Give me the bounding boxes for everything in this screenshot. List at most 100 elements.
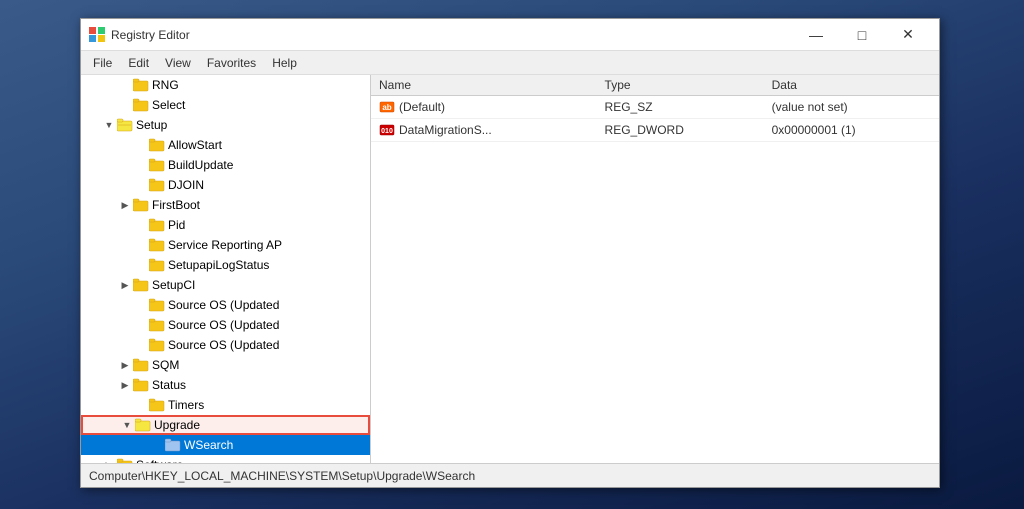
tree-item-status[interactable]: ▶ Status (81, 375, 370, 395)
value-icon-default: ab (379, 99, 395, 115)
tree-label-wsearch: WSearch (184, 438, 233, 452)
tree-label-upgrade: Upgrade (154, 418, 200, 432)
table-row[interactable]: ab (Default) REG_SZ (value not set) (371, 96, 939, 119)
expand-setupci[interactable]: ▶ (117, 277, 133, 293)
title-bar-left: Registry Editor (89, 27, 190, 43)
window-title: Registry Editor (111, 28, 190, 42)
folder-icon (133, 78, 149, 92)
folder-icon (149, 318, 165, 332)
tree-item-timers[interactable]: Timers (81, 395, 370, 415)
value-icon-dword: 010 (379, 122, 395, 138)
close-button[interactable]: ✕ (885, 19, 931, 51)
tree-label-rng: RNG (152, 78, 179, 92)
tree-item-rng[interactable]: RNG (81, 75, 370, 95)
tree-label-select: Select (152, 98, 185, 112)
tree-item-allowstart[interactable]: AllowStart (81, 135, 370, 155)
tree-label-sourceos3: Source OS (Updated (168, 338, 279, 352)
value-name-datamigration: 010 DataMigrationS... (371, 119, 597, 142)
folder-icon (165, 438, 181, 452)
window-controls: — □ ✕ (793, 19, 931, 51)
folder-icon-open (117, 118, 133, 132)
folder-icon (149, 298, 165, 312)
registry-editor-window: Registry Editor — □ ✕ File Edit View Fav… (80, 18, 940, 488)
expand-status[interactable]: ▶ (117, 377, 133, 393)
maximize-button[interactable]: □ (839, 19, 885, 51)
expand-upgrade[interactable]: ▼ (119, 417, 135, 433)
folder-icon (117, 458, 133, 463)
tree-item-setupci[interactable]: ▶ SetupCI (81, 275, 370, 295)
value-data-default: (value not set) (764, 96, 939, 119)
folder-icon (133, 378, 149, 392)
windows-icon (89, 27, 105, 43)
folder-icon (149, 338, 165, 352)
expand-setup[interactable]: ▼ (101, 117, 117, 133)
folder-icon (149, 218, 165, 232)
expand-sqm[interactable]: ▶ (117, 357, 133, 373)
tree-label-sourceos1: Source OS (Updated (168, 298, 279, 312)
tree-label-setup: Setup (136, 118, 167, 132)
tree-item-setup[interactable]: ▼ Setup (81, 115, 370, 135)
title-bar: Registry Editor — □ ✕ (81, 19, 939, 51)
menu-edit[interactable]: Edit (120, 54, 157, 72)
value-data-dword: 0x00000001 (1) (764, 119, 939, 142)
tree-item-setupapilogstatus[interactable]: SetupapiLogStatus (81, 255, 370, 275)
tree-label-djoin: DJOIN (168, 178, 204, 192)
tree-label-firstboot: FirstBoot (152, 198, 200, 212)
tree-label-status: Status (152, 378, 186, 392)
tree-label-timers: Timers (168, 398, 204, 412)
menu-bar: File Edit View Favorites Help (81, 51, 939, 75)
menu-file[interactable]: File (85, 54, 120, 72)
menu-favorites[interactable]: Favorites (199, 54, 264, 72)
tree-item-sourceos3[interactable]: Source OS (Updated (81, 335, 370, 355)
col-data: Data (764, 75, 939, 96)
folder-icon (133, 358, 149, 372)
tree-label-sqm: SQM (152, 358, 179, 372)
tree-item-select[interactable]: Select (81, 95, 370, 115)
folder-icon (149, 398, 165, 412)
tree-label-sourceos2: Source OS (Updated (168, 318, 279, 332)
value-name-default: ab (Default) (371, 96, 597, 119)
tree-item-sqm[interactable]: ▶ SQM (81, 355, 370, 375)
value-type-default: REG_SZ (597, 96, 764, 119)
tree-item-pid[interactable]: Pid (81, 215, 370, 235)
folder-icon (133, 278, 149, 292)
col-type: Type (597, 75, 764, 96)
expand-firstboot[interactable]: ▶ (117, 197, 133, 213)
values-panel: Name Type Data ab (371, 75, 939, 463)
tree-panel[interactable]: RNG Select ▼ (81, 75, 371, 463)
tree-item-software[interactable]: ▶ Software (81, 455, 370, 463)
minimize-button[interactable]: — (793, 19, 839, 51)
menu-help[interactable]: Help (264, 54, 305, 72)
tree-label-pid: Pid (168, 218, 185, 232)
folder-icon (149, 138, 165, 152)
table-row[interactable]: 010 DataMigrationS... REG_DWORD 0x000000… (371, 119, 939, 142)
tree-label-software: Software (136, 458, 183, 463)
folder-icon (149, 258, 165, 272)
status-path: Computer\HKEY_LOCAL_MACHINE\SYSTEM\Setup… (89, 469, 475, 483)
values-table: Name Type Data ab (371, 75, 939, 142)
tree-item-buildupdate[interactable]: BuildUpdate (81, 155, 370, 175)
tree-item-firstboot[interactable]: ▶ FirstBoot (81, 195, 370, 215)
folder-icon (149, 178, 165, 192)
tree-item-servicereporting[interactable]: Service Reporting AP (81, 235, 370, 255)
tree-label-allowstart: AllowStart (168, 138, 222, 152)
menu-view[interactable]: View (157, 54, 199, 72)
tree-item-wsearch[interactable]: WSearch (81, 435, 370, 455)
tree-label-setupci: SetupCI (152, 278, 195, 292)
svg-text:ab: ab (382, 103, 391, 112)
tree-label-setupapilogstatus: SetupapiLogStatus (168, 258, 269, 272)
folder-icon-open (135, 418, 151, 432)
value-type-dword: REG_DWORD (597, 119, 764, 142)
folder-icon (133, 98, 149, 112)
svg-text:010: 010 (381, 128, 393, 135)
tree-item-upgrade[interactable]: ▼ Upgrade (81, 415, 370, 435)
expand-software[interactable]: ▶ (101, 457, 117, 463)
folder-icon (149, 238, 165, 252)
col-name: Name (371, 75, 597, 96)
folder-icon (149, 158, 165, 172)
tree-label-servicereporting: Service Reporting AP (168, 238, 282, 252)
tree-item-djoin[interactable]: DJOIN (81, 175, 370, 195)
tree-item-sourceos1[interactable]: Source OS (Updated (81, 295, 370, 315)
tree-item-sourceos2[interactable]: Source OS (Updated (81, 315, 370, 335)
tree-label-buildupdate: BuildUpdate (168, 158, 233, 172)
